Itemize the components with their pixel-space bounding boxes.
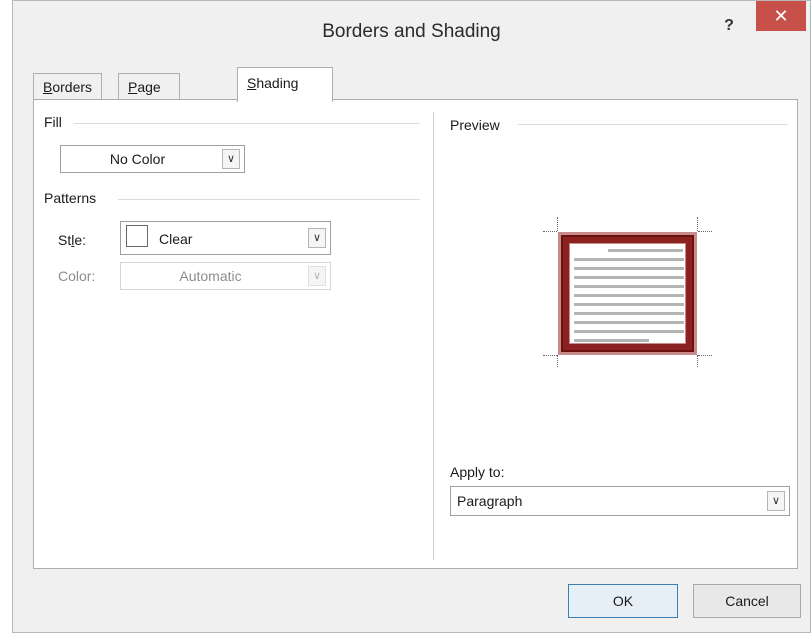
fill-section-label: Fill [44, 114, 68, 130]
tab-page-border-mnemonic: P [128, 79, 138, 95]
preview-area[interactable] [543, 217, 712, 367]
preview-paragraph [569, 243, 686, 344]
fill-divider [74, 123, 420, 124]
preview-text-line [574, 312, 684, 315]
tab-borders-mnemonic: B [43, 79, 53, 95]
preview-text-line [574, 339, 649, 342]
preview-text-line [574, 330, 684, 333]
pattern-style-value: Clear [159, 231, 193, 247]
dialog-title: Borders and Shading [322, 21, 501, 42]
crop-mark [543, 231, 557, 232]
chevron-down-icon: ∨ [222, 149, 240, 169]
close-button[interactable]: ✕ [756, 1, 806, 31]
preview-text-line [574, 258, 684, 261]
tab-shading-mnemonic: S [247, 75, 257, 91]
preview-text-line [574, 276, 684, 279]
tab-page-border[interactable]: Page Border [118, 73, 181, 121]
style-label-mnemonic: l [71, 232, 75, 248]
tab-borders[interactable]: Borders [33, 73, 103, 101]
help-icon[interactable]: ? [718, 17, 740, 39]
pattern-swatch [126, 225, 148, 247]
chevron-down-icon: ∨ [308, 266, 326, 286]
tab-borders-label: orders [52, 79, 93, 95]
apply-to-text: Apply to: [450, 464, 505, 480]
patterns-section-label: Patterns [44, 190, 103, 206]
fill-color-dropdown[interactable]: No Color ∨ [60, 145, 245, 173]
fill-color-value: No Color [109, 151, 166, 167]
ok-button[interactable]: OK [568, 584, 678, 618]
borders-and-shading-dialog: Borders and Shading ? ✕ Borders Page Bor… [12, 0, 811, 633]
tab-shading-label: hading [256, 75, 299, 91]
crop-mark [697, 217, 698, 231]
panel-separator [433, 112, 434, 560]
shading-tab-panel: Fill No Color ∨ Patterns Stle: Clear ∨ C… [33, 99, 798, 569]
pattern-style-dropdown[interactable]: Clear ∨ [120, 221, 331, 255]
chevron-down-icon: ∨ [767, 491, 785, 511]
apply-to-label: Apply to: [450, 464, 504, 480]
crop-mark [698, 355, 712, 356]
chevron-down-icon: ∨ [308, 228, 326, 248]
preview-paragraph-border [558, 232, 697, 355]
crop-mark [557, 217, 558, 231]
preview-text-line [574, 285, 684, 288]
crop-mark [697, 355, 698, 367]
apply-to-dropdown[interactable]: Paragraph ∨ [450, 486, 790, 516]
preview-divider [518, 124, 788, 125]
pattern-color-value: Automatic [179, 268, 242, 284]
preview-text-line [574, 267, 684, 270]
patterns-divider [118, 199, 420, 200]
cancel-button[interactable]: Cancel [693, 584, 801, 618]
close-icon: ✕ [773, 6, 789, 26]
crop-mark [557, 355, 558, 367]
pattern-color-label: Color: [58, 268, 96, 284]
preview-text-line [574, 303, 684, 306]
crop-mark [543, 355, 557, 356]
preview-text-line [574, 321, 684, 324]
title-bar[interactable]: Borders and Shading ? ✕ [13, 1, 810, 57]
preview-text-line [574, 294, 684, 297]
preview-text-line [608, 249, 683, 252]
apply-to-value: Paragraph [457, 493, 523, 509]
style-label: Stle: [58, 232, 87, 248]
preview-section-label: Preview [450, 117, 506, 133]
crop-mark [698, 231, 712, 232]
tab-shading[interactable]: Shading [237, 67, 333, 102]
pattern-color-dropdown[interactable]: Automatic ∨ [120, 262, 331, 290]
